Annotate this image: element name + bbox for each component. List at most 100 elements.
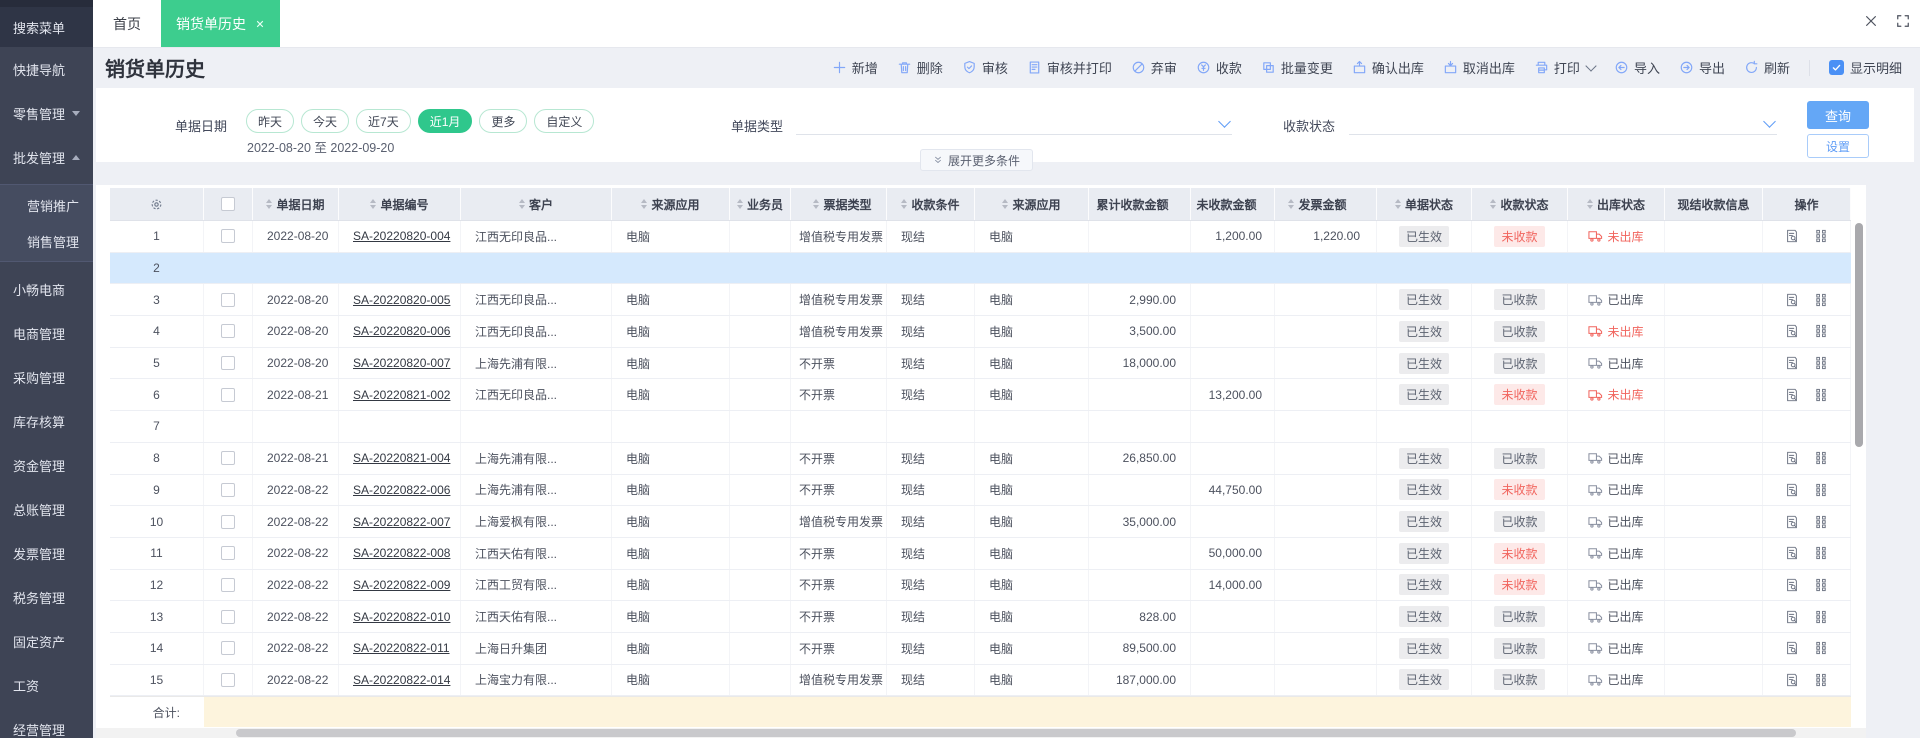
sort-icon[interactable] [1288, 199, 1295, 209]
doc-search-icon[interactable] [1785, 356, 1799, 370]
sidebar-item-ecommerce-mgmt[interactable]: 电商管理 [0, 311, 93, 355]
close-icon[interactable] [255, 16, 265, 32]
vertical-scrollbar-thumb[interactable] [1855, 223, 1863, 447]
export-button[interactable]: 导出 [1679, 58, 1725, 77]
checkbox-checked-icon[interactable] [1828, 60, 1844, 75]
doc-no-link[interactable]: SA-20220820-005 [353, 293, 450, 307]
sidebar-item-general-ledger[interactable]: 总账管理 [0, 487, 93, 531]
sort-icon[interactable] [1394, 199, 1401, 209]
column-header-status[interactable]: 单据状态 [1377, 188, 1472, 220]
row-checkbox[interactable] [221, 546, 235, 561]
sidebar-item-purchase-mgmt[interactable]: 采购管理 [0, 355, 93, 399]
row-checkbox[interactable] [221, 672, 235, 687]
column-header-ticket[interactable]: 票据类型 [791, 188, 887, 220]
audit-button[interactable]: 审核 [962, 58, 1008, 77]
fullscreen-icon[interactable] [1896, 14, 1910, 33]
pill-today[interactable]: 今天 [301, 109, 350, 133]
doc-search-icon[interactable] [1785, 388, 1799, 402]
row-checkbox[interactable] [221, 292, 235, 307]
doc-search-icon[interactable] [1785, 515, 1799, 529]
print-button[interactable]: 打印 [1534, 58, 1597, 77]
select-all-checkbox[interactable] [221, 197, 235, 211]
doc-search-icon[interactable] [1785, 673, 1799, 687]
row-checkbox[interactable] [221, 324, 235, 339]
pill-last1month[interactable]: 近1月 [417, 109, 473, 133]
sort-icon[interactable] [736, 199, 743, 209]
grid-more-icon[interactable] [1814, 451, 1828, 465]
row-checkbox[interactable] [221, 482, 235, 497]
doc-no-link[interactable]: SA-20220822-010 [353, 610, 450, 624]
row-checkbox[interactable] [221, 387, 235, 402]
doc-no-link[interactable]: SA-20220822-011 [353, 641, 450, 655]
column-header-sales[interactable]: 业务员 [730, 188, 791, 220]
column-header-date[interactable]: 单据日期 [253, 188, 339, 220]
sidebar-item-retail-mgmt[interactable]: 零售管理 [0, 91, 93, 135]
sort-icon[interactable] [518, 199, 525, 209]
sort-icon[interactable] [901, 199, 908, 209]
row-checkbox[interactable] [221, 229, 235, 244]
sort-icon[interactable] [641, 199, 648, 209]
column-header-src2[interactable]: 来源应用 [975, 188, 1089, 220]
sidebar-item-search-menu[interactable]: 搜索菜单 [0, 7, 93, 47]
close-icon[interactable] [1864, 14, 1878, 33]
column-header-pay[interactable]: 收款状态 [1472, 188, 1568, 220]
column-header-out[interactable]: 出库状态 [1568, 188, 1665, 220]
doc-no-link[interactable]: SA-20220822-007 [353, 515, 450, 529]
pay-status-select[interactable] [1349, 112, 1777, 135]
sidebar-item-wholesale-mgmt[interactable]: 批发管理 [0, 135, 93, 179]
doc-search-icon[interactable] [1785, 610, 1799, 624]
gear-icon[interactable] [149, 197, 164, 212]
row-checkbox[interactable] [221, 356, 235, 371]
doc-type-select[interactable] [796, 112, 1232, 135]
grid-more-icon[interactable] [1814, 293, 1828, 307]
pill-yesterday[interactable]: 昨天 [246, 109, 295, 133]
sort-icon[interactable] [1490, 199, 1497, 209]
tab-home[interactable]: 首页 [93, 0, 161, 47]
doc-no-link[interactable]: SA-20220822-006 [353, 483, 450, 497]
horizontal-scrollbar[interactable] [96, 728, 1866, 738]
doc-search-icon[interactable] [1785, 546, 1799, 560]
doc-search-icon[interactable] [1785, 641, 1799, 655]
grid-more-icon[interactable] [1814, 483, 1828, 497]
grid-more-icon[interactable] [1814, 388, 1828, 402]
delete-button[interactable]: 删除 [897, 58, 943, 77]
sort-icon[interactable] [266, 199, 273, 209]
doc-no-link[interactable]: SA-20220822-014 [353, 673, 450, 687]
sidebar-item-tax-mgmt[interactable]: 税务管理 [0, 575, 93, 619]
tab-sales-history[interactable]: 销货单历史 [161, 0, 280, 47]
vertical-scrollbar[interactable] [1854, 221, 1864, 696]
doc-no-link[interactable]: SA-20220820-007 [353, 356, 450, 370]
grid-more-icon[interactable] [1814, 610, 1828, 624]
settings-button[interactable]: 设置 [1807, 134, 1869, 158]
column-header-doc[interactable]: 单据编号 [339, 188, 461, 220]
column-header-src[interactable]: 来源应用 [612, 188, 730, 220]
doc-search-icon[interactable] [1785, 578, 1799, 592]
expand-more-button[interactable]: 展开更多条件 [920, 149, 1034, 171]
refresh-button[interactable]: 刷新 [1744, 58, 1790, 77]
abandon-audit-button[interactable]: 弃审 [1131, 58, 1177, 77]
audit-print-button[interactable]: 审核并打印 [1027, 58, 1112, 77]
grid-more-icon[interactable] [1814, 673, 1828, 687]
sidebar-item-inventory-accounting[interactable]: 库存核算 [0, 399, 93, 443]
grid-more-icon[interactable] [1814, 546, 1828, 560]
sidebar-item-business-mgmt[interactable]: 经营管理 [0, 707, 93, 738]
sidebar-item-sales-mgmt[interactable]: 销售管理 [0, 223, 93, 259]
doc-no-link[interactable]: SA-20220822-008 [353, 546, 450, 560]
column-header-term[interactable]: 收款条件 [887, 188, 975, 220]
sidebar-item-marketing-promo[interactable]: 营销推广 [0, 187, 93, 223]
doc-no-link[interactable]: SA-20220822-009 [353, 578, 450, 592]
column-header-inv[interactable]: 发票金额 [1275, 188, 1377, 220]
row-checkbox[interactable] [221, 641, 235, 656]
sort-icon[interactable] [1586, 199, 1593, 209]
import-button[interactable]: 导入 [1614, 58, 1660, 77]
grid-more-icon[interactable] [1814, 324, 1828, 338]
doc-search-icon[interactable] [1785, 451, 1799, 465]
horizontal-scrollbar-thumb[interactable] [236, 729, 1796, 737]
sort-icon[interactable] [813, 199, 820, 209]
pill-custom[interactable]: 自定义 [534, 109, 595, 133]
doc-no-link[interactable]: SA-20220821-004 [353, 451, 450, 465]
sidebar-item-fixed-assets[interactable]: 固定资产 [0, 619, 93, 663]
grid-more-icon[interactable] [1814, 578, 1828, 592]
doc-search-icon[interactable] [1785, 483, 1799, 497]
sidebar-item-funds-mgmt[interactable]: 资金管理 [0, 443, 93, 487]
